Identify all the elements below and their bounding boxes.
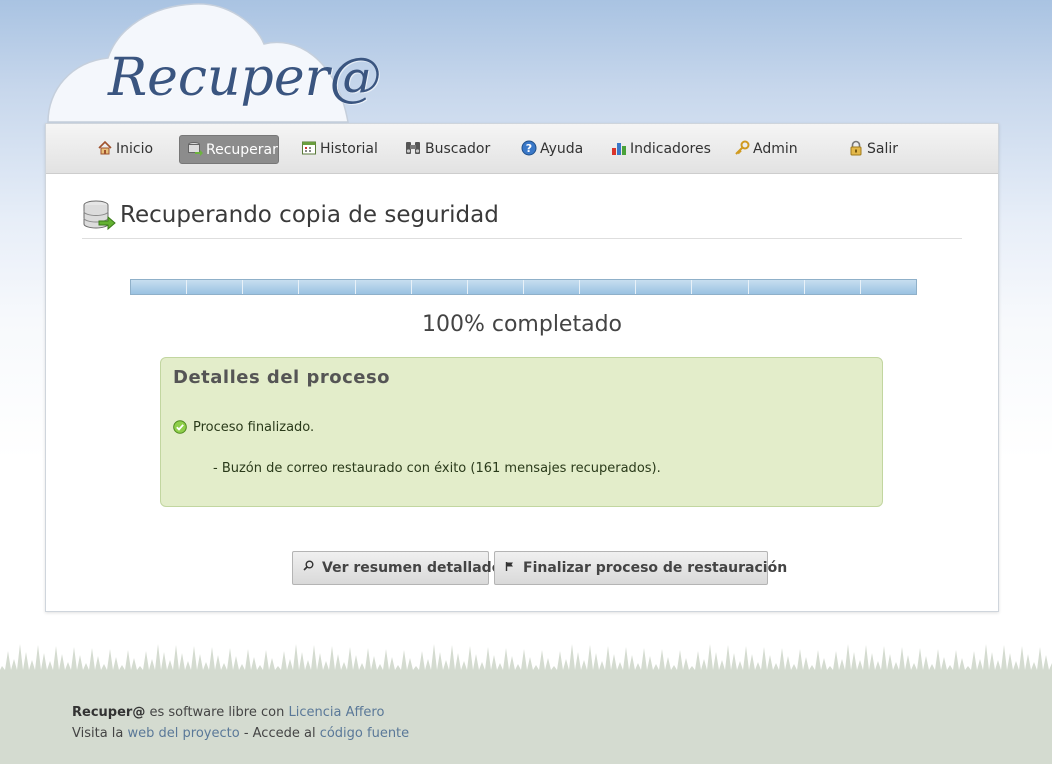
nav-item-label: Historial — [320, 141, 378, 157]
nav-item-buscador[interactable]: Buscador — [397, 135, 497, 164]
main-panel: Inicio Recuperar Historial Buscador ? Ay… — [45, 123, 999, 612]
nav-item-label: Ayuda — [540, 141, 584, 157]
progress-segment — [749, 280, 805, 294]
view-summary-label: Ver resumen detallado — [322, 560, 502, 576]
svg-text:?: ? — [526, 142, 532, 155]
nav-bar: Inicio Recuperar Historial Buscador ? Ay… — [46, 124, 998, 174]
logo[interactable]: Recuper@ — [108, 48, 381, 108]
nav-item-admin[interactable]: Admin — [727, 135, 805, 164]
footer-text: es software libre con — [145, 705, 289, 720]
finish-restore-button[interactable]: Finalizar proceso de restauración — [494, 551, 787, 585]
progress-segment — [356, 280, 412, 294]
database-restore-icon — [187, 139, 203, 168]
progress-segment — [187, 280, 244, 294]
page-header: Recuperando copia de seguridad — [82, 198, 962, 239]
nav-item-label: Inicio — [116, 141, 154, 157]
progress-segment — [692, 280, 749, 294]
lock-icon — [848, 138, 864, 167]
nav-item-salir[interactable]: Salir — [841, 135, 905, 164]
progress-segment — [243, 280, 300, 294]
finish-restore-label: Finalizar proceso de restauración — [523, 560, 788, 576]
nav-item-recuperar[interactable]: Recuperar — [179, 135, 279, 164]
home-icon — [97, 138, 113, 167]
progress-segment — [636, 280, 693, 294]
footer-brand: Recuper@ — [72, 705, 146, 720]
nav-item-label: Salir — [867, 141, 899, 157]
status-text: Proceso finalizado. — [193, 420, 315, 435]
help-icon: ? — [521, 138, 537, 167]
status-line: Proceso finalizado. — [173, 420, 314, 438]
details-heading: Detalles del proceso — [173, 367, 391, 388]
progress-segment — [468, 280, 524, 294]
search-icon — [303, 552, 314, 584]
footer-license-line: Recuper@ es software libre con Licencia … — [72, 705, 384, 720]
progress-label: 100% completado — [421, 312, 623, 337]
bar-chart-icon — [611, 138, 627, 167]
nav-item-ayuda[interactable]: ? Ayuda — [514, 135, 590, 164]
result-message: - Buzón de correo restaurado con éxito (… — [213, 461, 661, 476]
nav-item-indicadores[interactable]: Indicadores — [604, 135, 718, 164]
database-restore-icon — [82, 199, 116, 235]
view-summary-button[interactable]: Ver resumen detallado — [292, 551, 501, 585]
nav-item-label: Admin — [753, 141, 798, 157]
license-link[interactable]: Licencia Affero — [288, 705, 384, 720]
check-circle-icon — [173, 420, 187, 438]
progress-segment — [299, 280, 356, 294]
progress-segment — [131, 280, 188, 294]
progress-segment — [861, 280, 916, 294]
process-details-box: Detalles del proceso Proceso finalizado.… — [160, 357, 883, 507]
source-code-link[interactable]: código fuente — [320, 726, 409, 741]
nav-item-label: Recuperar — [206, 142, 278, 158]
page-title: Recuperando copia de seguridad — [120, 202, 499, 228]
project-web-link[interactable]: web del proyecto — [128, 726, 240, 741]
key-icon — [734, 138, 750, 167]
binoculars-icon — [404, 138, 422, 167]
nav-item-historial[interactable]: Historial — [294, 135, 385, 164]
progress-segment — [524, 280, 581, 294]
flag-icon — [505, 552, 515, 584]
footer-text: Visita la — [72, 726, 128, 741]
footer-text: - Accede al — [239, 726, 320, 741]
progress-segment — [412, 280, 468, 294]
progress-bar — [130, 279, 917, 295]
footer-project-line: Visita la web del proyecto - Accede al c… — [72, 726, 409, 741]
progress-segment — [805, 280, 861, 294]
calendar-icon — [301, 138, 317, 167]
progress-segment — [580, 280, 637, 294]
nav-item-label: Buscador — [425, 141, 491, 157]
nav-item-inicio[interactable]: Inicio — [90, 135, 160, 164]
footer: Recuper@ es software libre con Licencia … — [0, 678, 1052, 764]
nav-item-label: Indicadores — [630, 141, 711, 157]
grass-decoration — [0, 644, 1052, 680]
